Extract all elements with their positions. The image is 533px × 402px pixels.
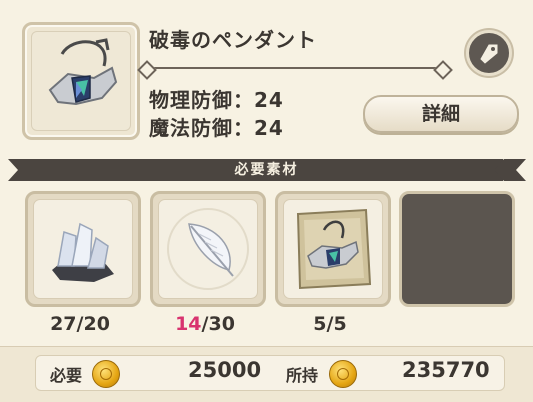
detail-button[interactable]: 詳細 <box>363 95 519 133</box>
material-count-3: 5/5 <box>313 313 347 335</box>
materials-banner: 必要素材 <box>0 155 533 185</box>
gold-coin-icon <box>329 360 357 388</box>
material-count-2: 14/30 <box>175 313 235 335</box>
material-slot-1[interactable] <box>25 191 141 307</box>
tag-icon <box>480 44 498 64</box>
material-count-1: 27/20 <box>50 313 110 335</box>
physical-defense-stat: 物理防御：24 <box>149 88 284 112</box>
crystal-ore-icon <box>52 222 114 282</box>
required-label: 必要 <box>50 366 83 385</box>
item-name: 破毒のペンダント <box>149 28 317 52</box>
white-feather-icon <box>167 208 249 290</box>
owned-label: 所持 <box>286 366 319 385</box>
materials-header: 必要素材 <box>234 162 299 178</box>
material-slot-3[interactable] <box>275 191 391 307</box>
pendant-scroll-icon <box>296 208 372 290</box>
required-value: 25000 <box>188 358 262 382</box>
owned-value: 235770 <box>402 358 490 382</box>
item-icon-frame <box>22 22 140 140</box>
material-slot-2[interactable] <box>150 191 266 307</box>
title-divider <box>150 67 440 69</box>
equipment-panel: 破毒のペンダント 物理防御：24 魔法防御：24 詳細 必要素材 27/20 1… <box>0 0 533 402</box>
magic-defense-stat: 魔法防御：24 <box>149 116 284 140</box>
material-slot-empty <box>399 191 515 307</box>
pendant-icon <box>48 38 118 106</box>
share-button[interactable] <box>466 30 512 76</box>
gold-coin-icon <box>92 360 120 388</box>
